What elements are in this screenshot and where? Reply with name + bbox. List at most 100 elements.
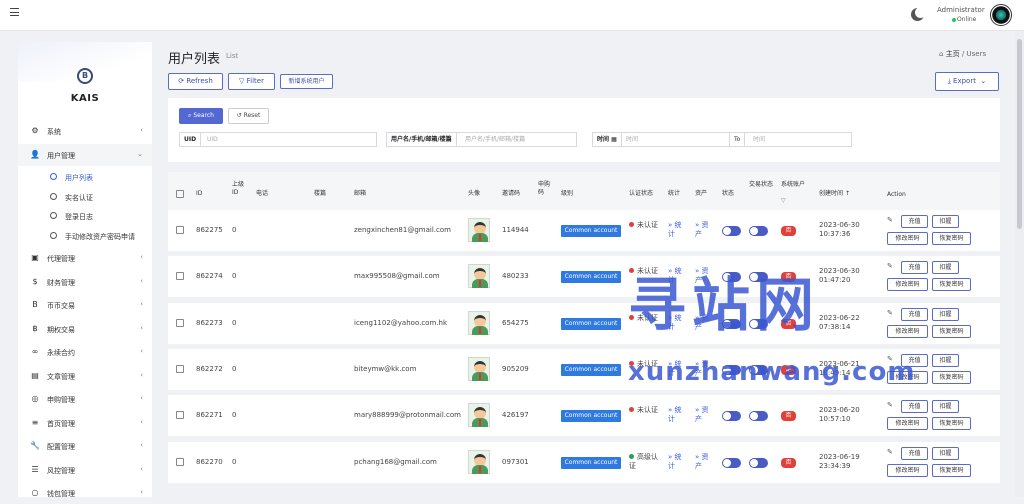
th-apply-code[interactable]: 申购码 xyxy=(538,181,550,197)
page-scrollbar[interactable] xyxy=(1015,31,1024,497)
reset-password-button[interactable]: 恢复密码 xyxy=(932,417,971,431)
scrollbar-thumb[interactable] xyxy=(1017,39,1022,229)
sidebar-subitem-3[interactable]: 手动修改资产密码申请 xyxy=(18,226,152,246)
trade-status-toggle[interactable] xyxy=(749,411,768,422)
th-email[interactable]: 邮箱 xyxy=(354,190,366,198)
reset-button[interactable]: ↺ Reset xyxy=(228,108,269,124)
select-all-checkbox[interactable] xyxy=(176,190,184,198)
stats-link[interactable]: » 统计 xyxy=(668,221,686,239)
assets-link[interactable]: » 资产 xyxy=(695,221,713,239)
user-filter: 用户名/手机/邮箱/楼篇 用户名/手机/邮箱/楼篇 xyxy=(386,132,577,147)
deduct-button[interactable]: 扣握 xyxy=(932,353,959,367)
sidebar-item-8[interactable]: ◎ 申购管理 ‹ xyxy=(18,388,152,410)
deduct-button[interactable]: 扣握 xyxy=(932,446,959,460)
assets-link[interactable]: » 资产 xyxy=(695,453,713,471)
change-password-button[interactable]: 修改密码 xyxy=(887,417,928,431)
trade-status-toggle[interactable] xyxy=(749,457,768,468)
stats-link[interactable]: » 统计 xyxy=(668,453,686,471)
th-system-account[interactable]: 系统账户 xyxy=(781,181,807,189)
edit-pencil-icon[interactable]: ✎ xyxy=(887,401,893,409)
status-toggle[interactable] xyxy=(722,411,741,422)
th-parent-id[interactable]: 上级ID xyxy=(232,181,244,197)
sidebar-subitem-2[interactable]: 登录日志 xyxy=(18,206,152,226)
reset-password-button[interactable]: 恢复密码 xyxy=(932,278,971,292)
change-password-button[interactable]: 修改密码 xyxy=(887,463,928,477)
th-stats[interactable]: 统计 xyxy=(668,190,680,198)
assets-link[interactable]: » 资产 xyxy=(695,406,713,424)
uid-input[interactable]: UID xyxy=(207,133,218,146)
hamburger-menu-icon[interactable] xyxy=(10,8,19,16)
edit-pencil-icon[interactable]: ✎ xyxy=(887,262,893,270)
sidebar-item-9[interactable]: ≡ 首页管理 ‹ xyxy=(18,412,152,434)
filter-button[interactable]: ▽ Filter xyxy=(228,73,275,90)
export-button[interactable]: ⤓ Export ⌄ xyxy=(935,72,999,91)
sidebar-item-2[interactable]: ▣ 代理管理 ‹ xyxy=(18,247,152,269)
user-avatar[interactable] xyxy=(990,4,1012,26)
th-assets[interactable]: 资产 xyxy=(695,190,707,198)
time-end-input[interactable]: 时间 xyxy=(753,133,765,146)
row-checkbox[interactable] xyxy=(176,272,184,281)
sidebar-item-5[interactable]: ฿ 期权交易 ‹ xyxy=(18,318,152,340)
sidebar-item-6[interactable]: ∞ 永续合约 ‹ xyxy=(18,341,152,363)
sidebar-item-1[interactable]: 👤 用户管理 ⌄ xyxy=(18,143,152,166)
sidebar-item-0[interactable]: ⚙ 系统 ‹ xyxy=(18,120,152,142)
status-toggle[interactable] xyxy=(722,226,741,236)
breadcrumb-home[interactable]: 主页 xyxy=(946,50,960,58)
change-password-button[interactable]: 修改密码 xyxy=(887,324,928,338)
row-checkbox[interactable] xyxy=(176,411,184,420)
deduct-button[interactable]: 扣握 xyxy=(932,261,959,275)
edit-pencil-icon[interactable]: ✎ xyxy=(887,448,893,456)
created-time: 10:57:10 xyxy=(819,415,851,424)
change-password-button[interactable]: 修改密码 xyxy=(887,278,928,292)
sidebar-subitem-1[interactable]: 实名认证 xyxy=(18,187,152,207)
recharge-button[interactable]: 充值 xyxy=(901,215,928,228)
stats-link[interactable]: » 统计 xyxy=(668,406,686,424)
refresh-button[interactable]: ⟳ Refresh xyxy=(168,73,223,90)
reset-password-button[interactable]: 恢复密码 xyxy=(932,232,971,245)
time-start-input[interactable]: 时间 xyxy=(626,133,638,146)
reset-password-button[interactable]: 恢复密码 xyxy=(932,370,971,384)
recharge-button[interactable]: 充值 xyxy=(901,307,928,321)
recharge-button[interactable]: 充值 xyxy=(901,261,928,275)
th-auth-status[interactable]: 认证状态 xyxy=(629,190,653,198)
user-filter-input[interactable]: 用户名/手机/邮箱/楼篇 xyxy=(465,133,525,146)
sidebar-item-12[interactable]: ○ 钱包管理 ‹ xyxy=(18,482,152,504)
sidebar-item-7[interactable]: ▤ 文章管理 ‹ xyxy=(18,365,152,387)
th-trade-status[interactable]: 交易状态 xyxy=(749,181,774,189)
recharge-button[interactable]: 充值 xyxy=(901,400,928,414)
recharge-button[interactable]: 充值 xyxy=(901,446,928,460)
row-checkbox[interactable] xyxy=(176,364,184,373)
change-password-button[interactable]: 修改密码 xyxy=(887,232,928,245)
deduct-button[interactable]: 扣握 xyxy=(932,215,959,228)
status-toggle[interactable] xyxy=(722,457,741,468)
sidebar-subitem-0[interactable]: 用户列表 xyxy=(18,167,152,187)
reset-password-button[interactable]: 恢复密码 xyxy=(932,324,971,338)
sidebar-item-10[interactable]: 🔧 配置管理 ‹ xyxy=(18,435,152,457)
row-checkbox[interactable] xyxy=(176,226,184,234)
deduct-button[interactable]: 扣握 xyxy=(932,400,959,414)
th-status[interactable]: 状态 xyxy=(722,190,734,198)
row-checkbox[interactable] xyxy=(176,457,184,466)
th-avatar[interactable]: 头像 xyxy=(468,190,480,198)
add-system-user-button[interactable]: 新增系统用户 xyxy=(280,74,333,89)
edit-pencil-icon[interactable]: ✎ xyxy=(887,309,893,317)
row-checkbox[interactable] xyxy=(176,318,184,327)
table-row: 862275 0 zengxinchen81@gmail.com 114944 … xyxy=(168,210,1000,251)
sidebar-item-11[interactable]: ☰ 风控管理 ‹ xyxy=(18,459,152,481)
th-id[interactable]: ID xyxy=(196,190,202,198)
th-created-time[interactable]: 创建时间 ↑ xyxy=(819,190,850,198)
dark-mode-moon-icon[interactable] xyxy=(915,7,926,18)
search-button[interactable]: ⌕ Search xyxy=(179,108,223,124)
th-floor[interactable]: 楼篇 xyxy=(314,190,326,198)
deduct-button[interactable]: 扣握 xyxy=(932,307,959,321)
trade-status-toggle[interactable] xyxy=(749,226,768,236)
sidebar-item-4[interactable]: B 币币交易 ‹ xyxy=(18,294,152,316)
filter-small-icon[interactable]: ▽ xyxy=(781,197,786,205)
cell-parent-id: 0 xyxy=(232,272,237,281)
sidebar-item-3[interactable]: $ 财务管理 ‹ xyxy=(18,271,152,293)
th-invite-code[interactable]: 邀请码 xyxy=(502,190,520,198)
th-phone[interactable]: 电话 xyxy=(256,190,268,198)
th-level[interactable]: 级别 xyxy=(561,190,573,198)
edit-pencil-icon[interactable]: ✎ xyxy=(887,216,893,224)
reset-password-button[interactable]: 恢复密码 xyxy=(932,463,971,477)
